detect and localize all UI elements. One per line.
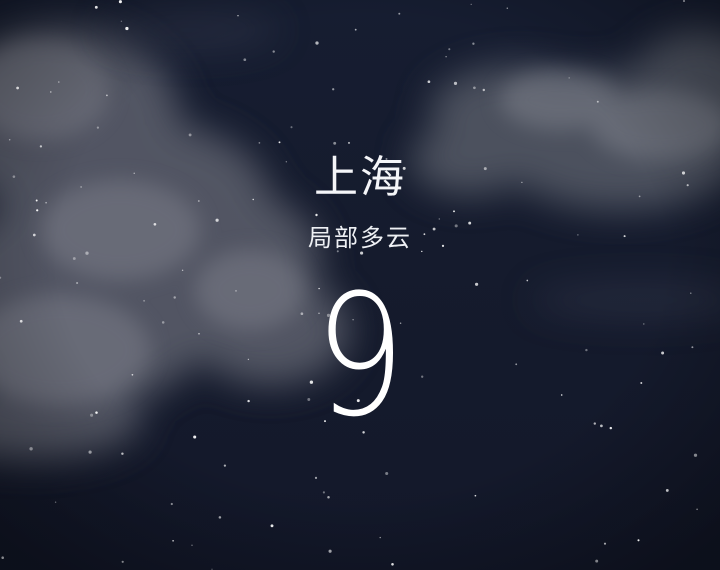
weather-condition: 局部多云 <box>308 224 412 252</box>
weather-info: 上海 局部多云 9 <box>0 0 720 570</box>
current-temperature: 9 <box>314 258 406 454</box>
city-name: 上海 <box>314 152 406 203</box>
weather-screen: 上海 局部多云 9 <box>0 0 720 570</box>
